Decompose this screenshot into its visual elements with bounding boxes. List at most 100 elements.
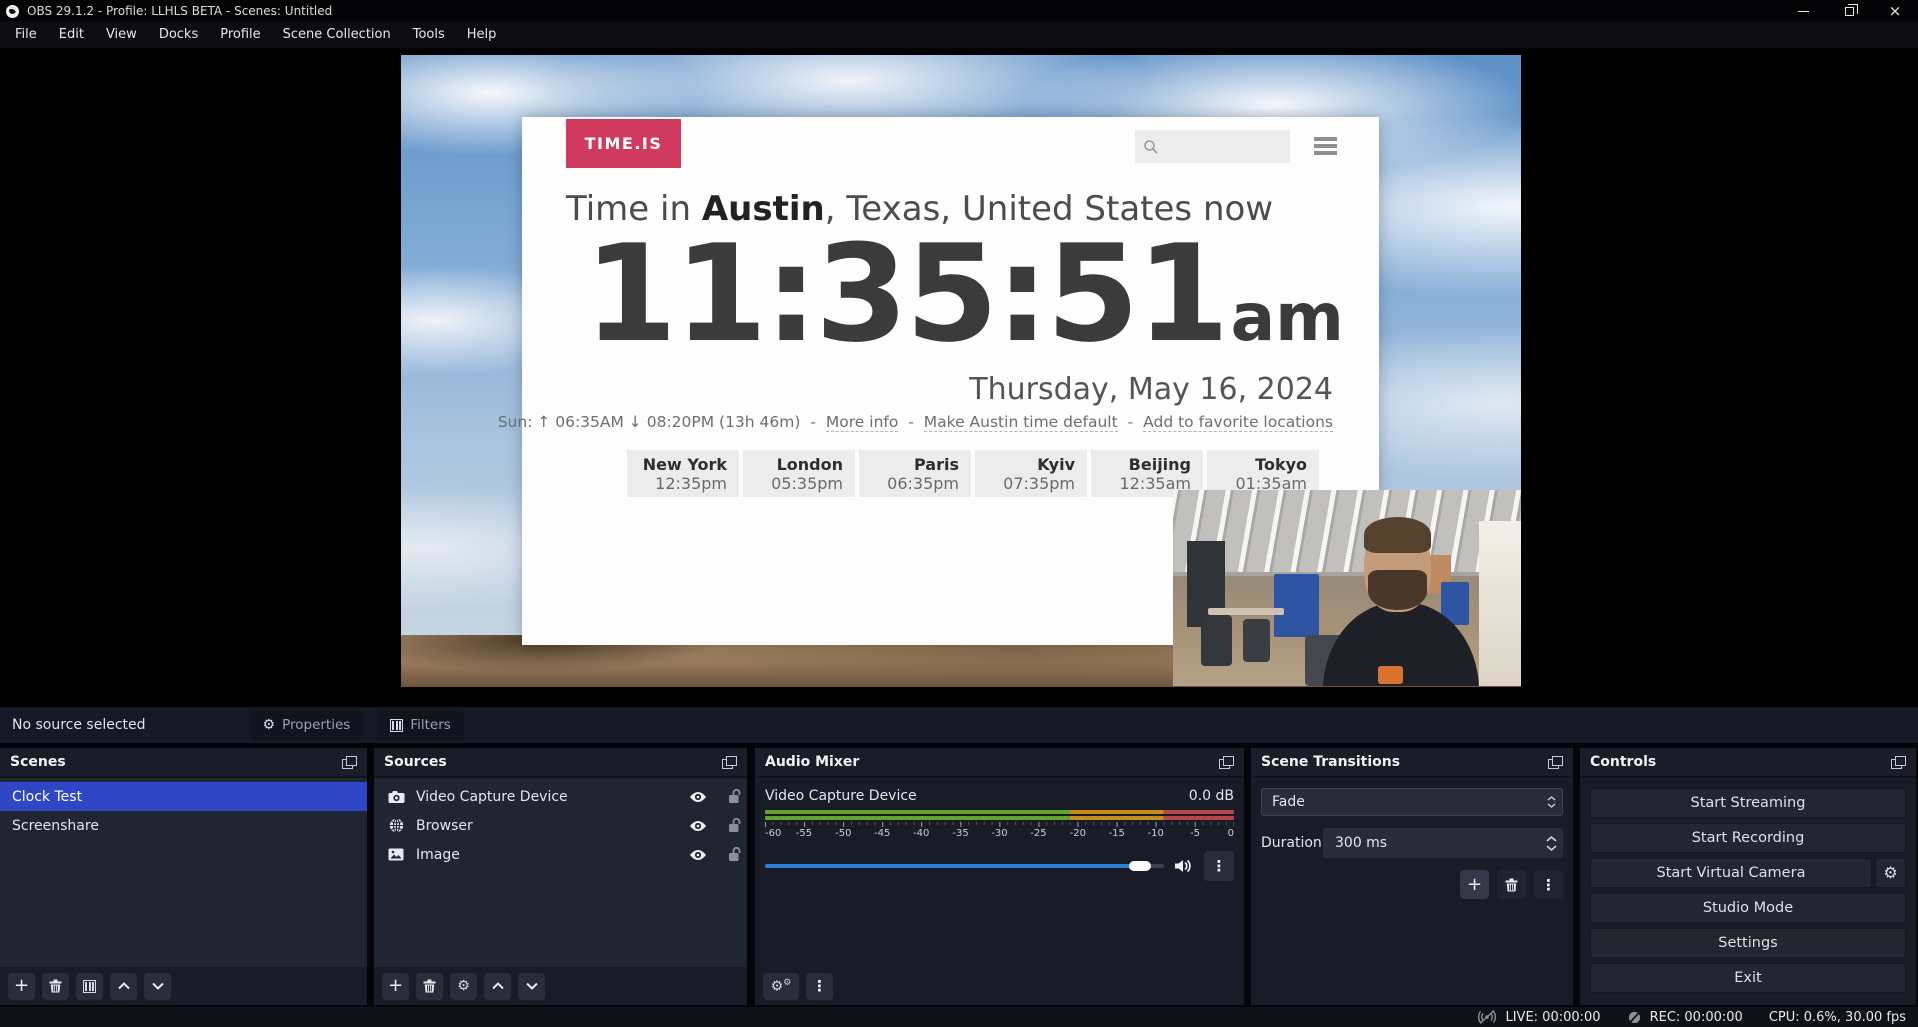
- menu-tools[interactable]: Tools: [402, 22, 456, 48]
- clock-meridiem: am: [1231, 279, 1344, 356]
- preview-canvas[interactable]: TIME.IS Time in Austin, Texas, United St…: [401, 55, 1521, 687]
- menu-help[interactable]: Help: [456, 22, 508, 48]
- scenes-toolbar: +: [0, 967, 367, 1005]
- add-scene-button[interactable]: +: [8, 973, 35, 1000]
- remove-source-button[interactable]: [416, 973, 443, 1000]
- scene-item-clock-test[interactable]: Clock Test: [0, 782, 367, 811]
- timeis-date: Thursday, May 16, 2024: [969, 372, 1333, 407]
- properties-button[interactable]: ⚙ Properties: [250, 711, 364, 739]
- timeis-sun-line: Sun: ↑ 06:35AM ↓ 08:20PM (13h 46m) - Mor…: [498, 413, 1333, 431]
- start-recording-button[interactable]: Start Recording: [1590, 823, 1906, 853]
- volume-slider-track[interactable]: [765, 864, 1164, 868]
- menu-file[interactable]: File: [4, 22, 48, 48]
- audio-mixer-title: Audio Mixer: [765, 754, 859, 770]
- volume-slider-handle[interactable]: [1129, 861, 1151, 871]
- source-item-browser[interactable]: Browser: [374, 811, 747, 840]
- settings-button[interactable]: Settings: [1590, 928, 1906, 958]
- city-box: New York 12:35pm: [627, 450, 739, 497]
- scene-item-screenshare[interactable]: Screenshare: [0, 811, 367, 840]
- lock-icon: [728, 847, 741, 862]
- plus-icon: +: [388, 977, 403, 995]
- popout-icon[interactable]: [1891, 756, 1906, 769]
- controls-header: Controls: [1580, 748, 1916, 778]
- add-source-button[interactable]: +: [382, 973, 409, 1000]
- remove-transition-button[interactable]: [1497, 870, 1526, 899]
- remove-scene-button[interactable]: [42, 973, 69, 1000]
- scene-filters-button[interactable]: [76, 973, 103, 1000]
- menu-docks[interactable]: Docks: [148, 22, 209, 48]
- tick-label: -45: [874, 828, 890, 839]
- controls-title: Controls: [1590, 754, 1656, 770]
- webcam-chair: [1201, 615, 1232, 666]
- city-name: London: [743, 455, 843, 474]
- channel-options-button[interactable]: ⋮: [1204, 851, 1234, 881]
- menu-scene-collection[interactable]: Scene Collection: [272, 22, 402, 48]
- chevron-down-icon: [152, 982, 164, 990]
- exit-button[interactable]: Exit: [1590, 963, 1906, 993]
- speaker-icon[interactable]: [1174, 858, 1194, 874]
- visibility-toggle[interactable]: [685, 791, 711, 803]
- start-virtual-camera-button[interactable]: Start Virtual Camera: [1590, 858, 1872, 888]
- visibility-toggle[interactable]: [685, 820, 711, 832]
- stream-inactive-icon: [1477, 1010, 1497, 1024]
- source-properties-button[interactable]: ⚙: [450, 973, 477, 1000]
- rec-status: REC: 00:00:00: [1627, 1010, 1743, 1025]
- start-streaming-button[interactable]: Start Streaming: [1590, 788, 1906, 818]
- duration-spinbox[interactable]: 300 ms: [1323, 828, 1563, 858]
- mixer-toolbar: ⚙⚙ ⋮: [755, 967, 1244, 1005]
- lock-toggle[interactable]: [721, 789, 747, 804]
- minimize-button[interactable]: [1780, 0, 1826, 22]
- popout-icon[interactable]: [342, 756, 357, 769]
- tick-label: -50: [835, 828, 851, 839]
- meter-tick-labels: -60 -55 -50 -45 -40 -35 -30 -25 -20 -15 …: [765, 828, 1234, 841]
- transition-select[interactable]: Fade: [1261, 788, 1563, 816]
- meter-strip-left: [765, 810, 1234, 814]
- city-name: Kyiv: [975, 455, 1075, 474]
- virtual-camera-settings-button[interactable]: ⚙: [1875, 858, 1906, 888]
- source-label: Image: [416, 847, 460, 863]
- eye-icon: [689, 849, 707, 861]
- transition-selected-value: Fade: [1262, 794, 1305, 810]
- lock-toggle[interactable]: [721, 847, 747, 862]
- tick-label: -40: [913, 828, 929, 839]
- spin-down-icon[interactable]: [1546, 845, 1557, 851]
- lock-toggle[interactable]: [721, 818, 747, 833]
- move-source-down-button[interactable]: [518, 973, 545, 1000]
- chevron-up-icon: [492, 982, 504, 990]
- source-label: Video Capture Device: [416, 789, 568, 805]
- visibility-toggle[interactable]: [685, 849, 711, 861]
- close-button[interactable]: ×: [1872, 0, 1918, 22]
- filters-button[interactable]: Filters: [377, 711, 463, 739]
- select-spinner: [1540, 796, 1562, 808]
- move-scene-down-button[interactable]: [144, 973, 171, 1000]
- source-item-video-capture[interactable]: Video Capture Device: [374, 782, 747, 811]
- move-scene-up-button[interactable]: [110, 973, 137, 1000]
- popout-icon[interactable]: [1548, 756, 1563, 769]
- transitions-dock: Scene Transitions Fade Duration 300 ms +: [1251, 748, 1573, 1005]
- controls-dock: Controls Start Streaming Start Recording…: [1580, 748, 1916, 1005]
- popout-icon[interactable]: [722, 756, 737, 769]
- move-source-up-button[interactable]: [484, 973, 511, 1000]
- webcam-partition: [1274, 574, 1319, 637]
- menu-view[interactable]: View: [95, 22, 148, 48]
- transition-options-button[interactable]: ⋮: [1534, 870, 1563, 899]
- source-item-image[interactable]: Image: [374, 840, 747, 869]
- tick-label: -60: [765, 828, 781, 839]
- webcam-source[interactable]: [1173, 490, 1521, 686]
- menu-profile[interactable]: Profile: [209, 22, 271, 48]
- advanced-audio-button[interactable]: ⚙⚙: [763, 973, 799, 1000]
- spin-up-icon[interactable]: [1546, 836, 1557, 842]
- popout-icon[interactable]: [1219, 756, 1234, 769]
- more-info-link: More info: [826, 413, 898, 432]
- mixer-options-button[interactable]: ⋮: [806, 973, 833, 1000]
- sources-list: Video Capture Device Browser: [374, 778, 747, 967]
- tick-label: -20: [1070, 828, 1086, 839]
- studio-mode-button[interactable]: Studio Mode: [1590, 893, 1906, 923]
- add-transition-button[interactable]: +: [1460, 870, 1489, 899]
- kebab-menu-icon: ⋮: [1541, 876, 1556, 894]
- restore-button[interactable]: [1826, 0, 1872, 22]
- transitions-header: Scene Transitions: [1251, 748, 1573, 778]
- tick-label: -55: [796, 828, 812, 839]
- scenes-title: Scenes: [10, 754, 66, 770]
- menu-edit[interactable]: Edit: [48, 22, 95, 48]
